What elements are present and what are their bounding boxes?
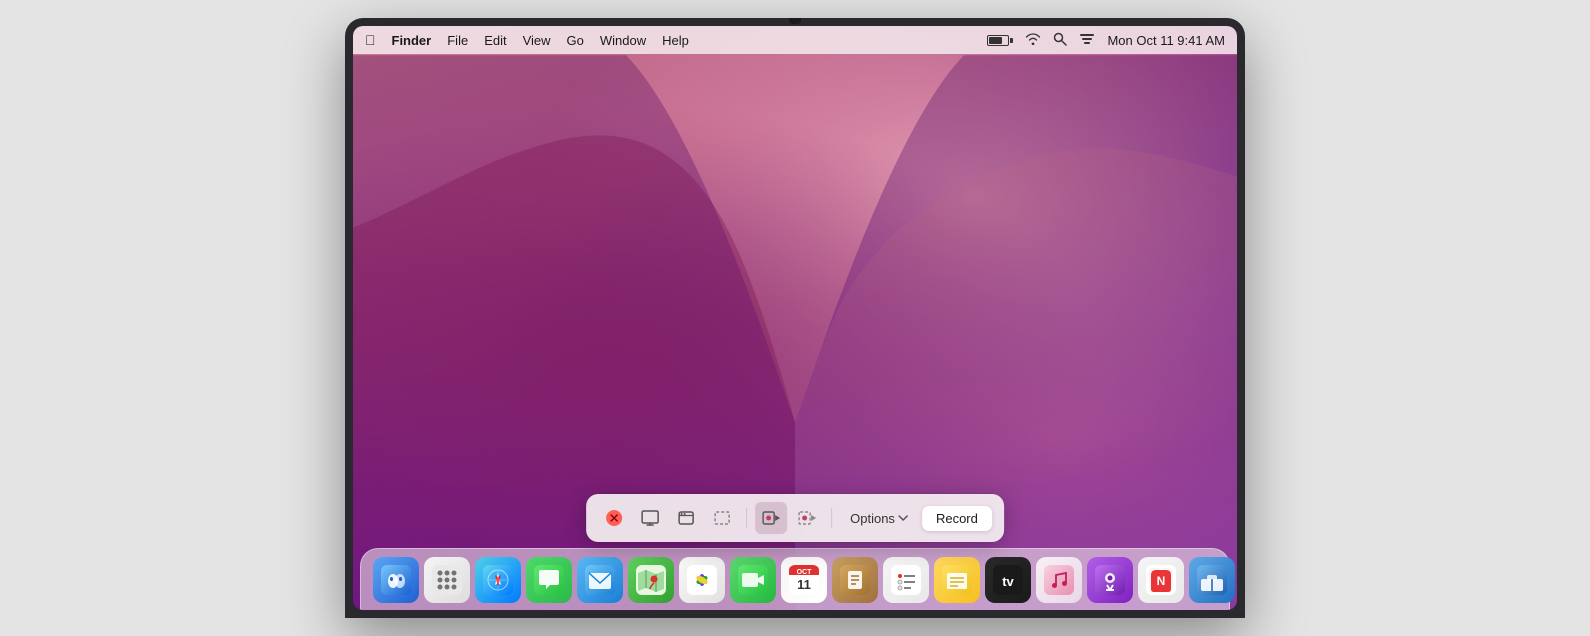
dock-icon-music[interactable] <box>1036 557 1082 603</box>
screen:  Finder File Edit View Go Window Help <box>353 26 1237 610</box>
dock-icon-finder[interactable] <box>373 557 419 603</box>
dock-icon-safari[interactable] <box>475 557 521 603</box>
dock-icon-photos[interactable] <box>679 557 725 603</box>
dock-icon-notes[interactable] <box>934 557 980 603</box>
record-screen-button[interactable] <box>755 502 787 534</box>
file-menu[interactable]: File <box>447 33 468 48</box>
dock: OCT 11 <box>360 548 1230 610</box>
page-wrapper:  Finder File Edit View Go Window Help <box>0 0 1590 636</box>
record-selection-button[interactable] <box>791 502 823 534</box>
svg-text:OCT: OCT <box>797 569 813 576</box>
apple-menu[interactable]:  <box>365 32 376 48</box>
finder-menu[interactable]: Finder <box>392 33 432 48</box>
dock-icon-keka[interactable] <box>832 557 878 603</box>
dock-icon-appletv[interactable]: tv <box>985 557 1031 603</box>
svg-text:11: 11 <box>797 577 811 592</box>
dock-icon-toolbox[interactable] <box>1189 557 1235 603</box>
screenshot-toolbar: Options Record <box>586 494 1004 542</box>
menubar:  Finder File Edit View Go Window Help <box>353 26 1237 54</box>
toolbar-close-button[interactable] <box>598 502 630 534</box>
dock-icon-maps[interactable] <box>628 557 674 603</box>
datetime-display: Mon Oct 11 9:41 AM <box>1107 33 1225 48</box>
record-button[interactable]: Record <box>922 506 992 531</box>
dock-icon-mail[interactable] <box>577 557 623 603</box>
toolbar-options-button[interactable]: Options <box>840 506 918 531</box>
svg-text:tv: tv <box>1002 574 1014 589</box>
window-menu[interactable]: Window <box>600 33 646 48</box>
toolbar-divider-2 <box>831 508 832 528</box>
dock-icon-facetime[interactable] <box>730 557 776 603</box>
dock-icon-calendar[interactable]: OCT 11 <box>781 557 827 603</box>
dock-icon-news[interactable]: N <box>1138 557 1184 603</box>
view-menu[interactable]: View <box>523 33 551 48</box>
menubar-left:  Finder File Edit View Go Window Help <box>365 32 689 48</box>
go-menu[interactable]: Go <box>567 33 584 48</box>
svg-text:N: N <box>1157 574 1166 588</box>
control-center-icon[interactable] <box>1079 32 1095 49</box>
wifi-icon <box>1025 32 1041 48</box>
capture-selection-button[interactable] <box>706 502 738 534</box>
camera-notch <box>789 18 801 24</box>
dock-icon-messages[interactable] <box>526 557 572 603</box>
toolbar-divider-1 <box>746 508 747 528</box>
options-label: Options <box>850 511 895 526</box>
dock-icon-reminders[interactable] <box>883 557 929 603</box>
edit-menu[interactable]: Edit <box>484 33 506 48</box>
battery-icon <box>987 35 1013 46</box>
dock-icon-launchpad[interactable] <box>424 557 470 603</box>
search-icon[interactable] <box>1053 32 1067 49</box>
capture-screen-button[interactable] <box>634 502 666 534</box>
dock-icon-podcasts[interactable] <box>1087 557 1133 603</box>
macbook-frame:  Finder File Edit View Go Window Help <box>345 18 1245 618</box>
help-menu[interactable]: Help <box>662 33 689 48</box>
capture-window-button[interactable] <box>670 502 702 534</box>
menubar-right: Mon Oct 11 9:41 AM <box>987 32 1225 49</box>
